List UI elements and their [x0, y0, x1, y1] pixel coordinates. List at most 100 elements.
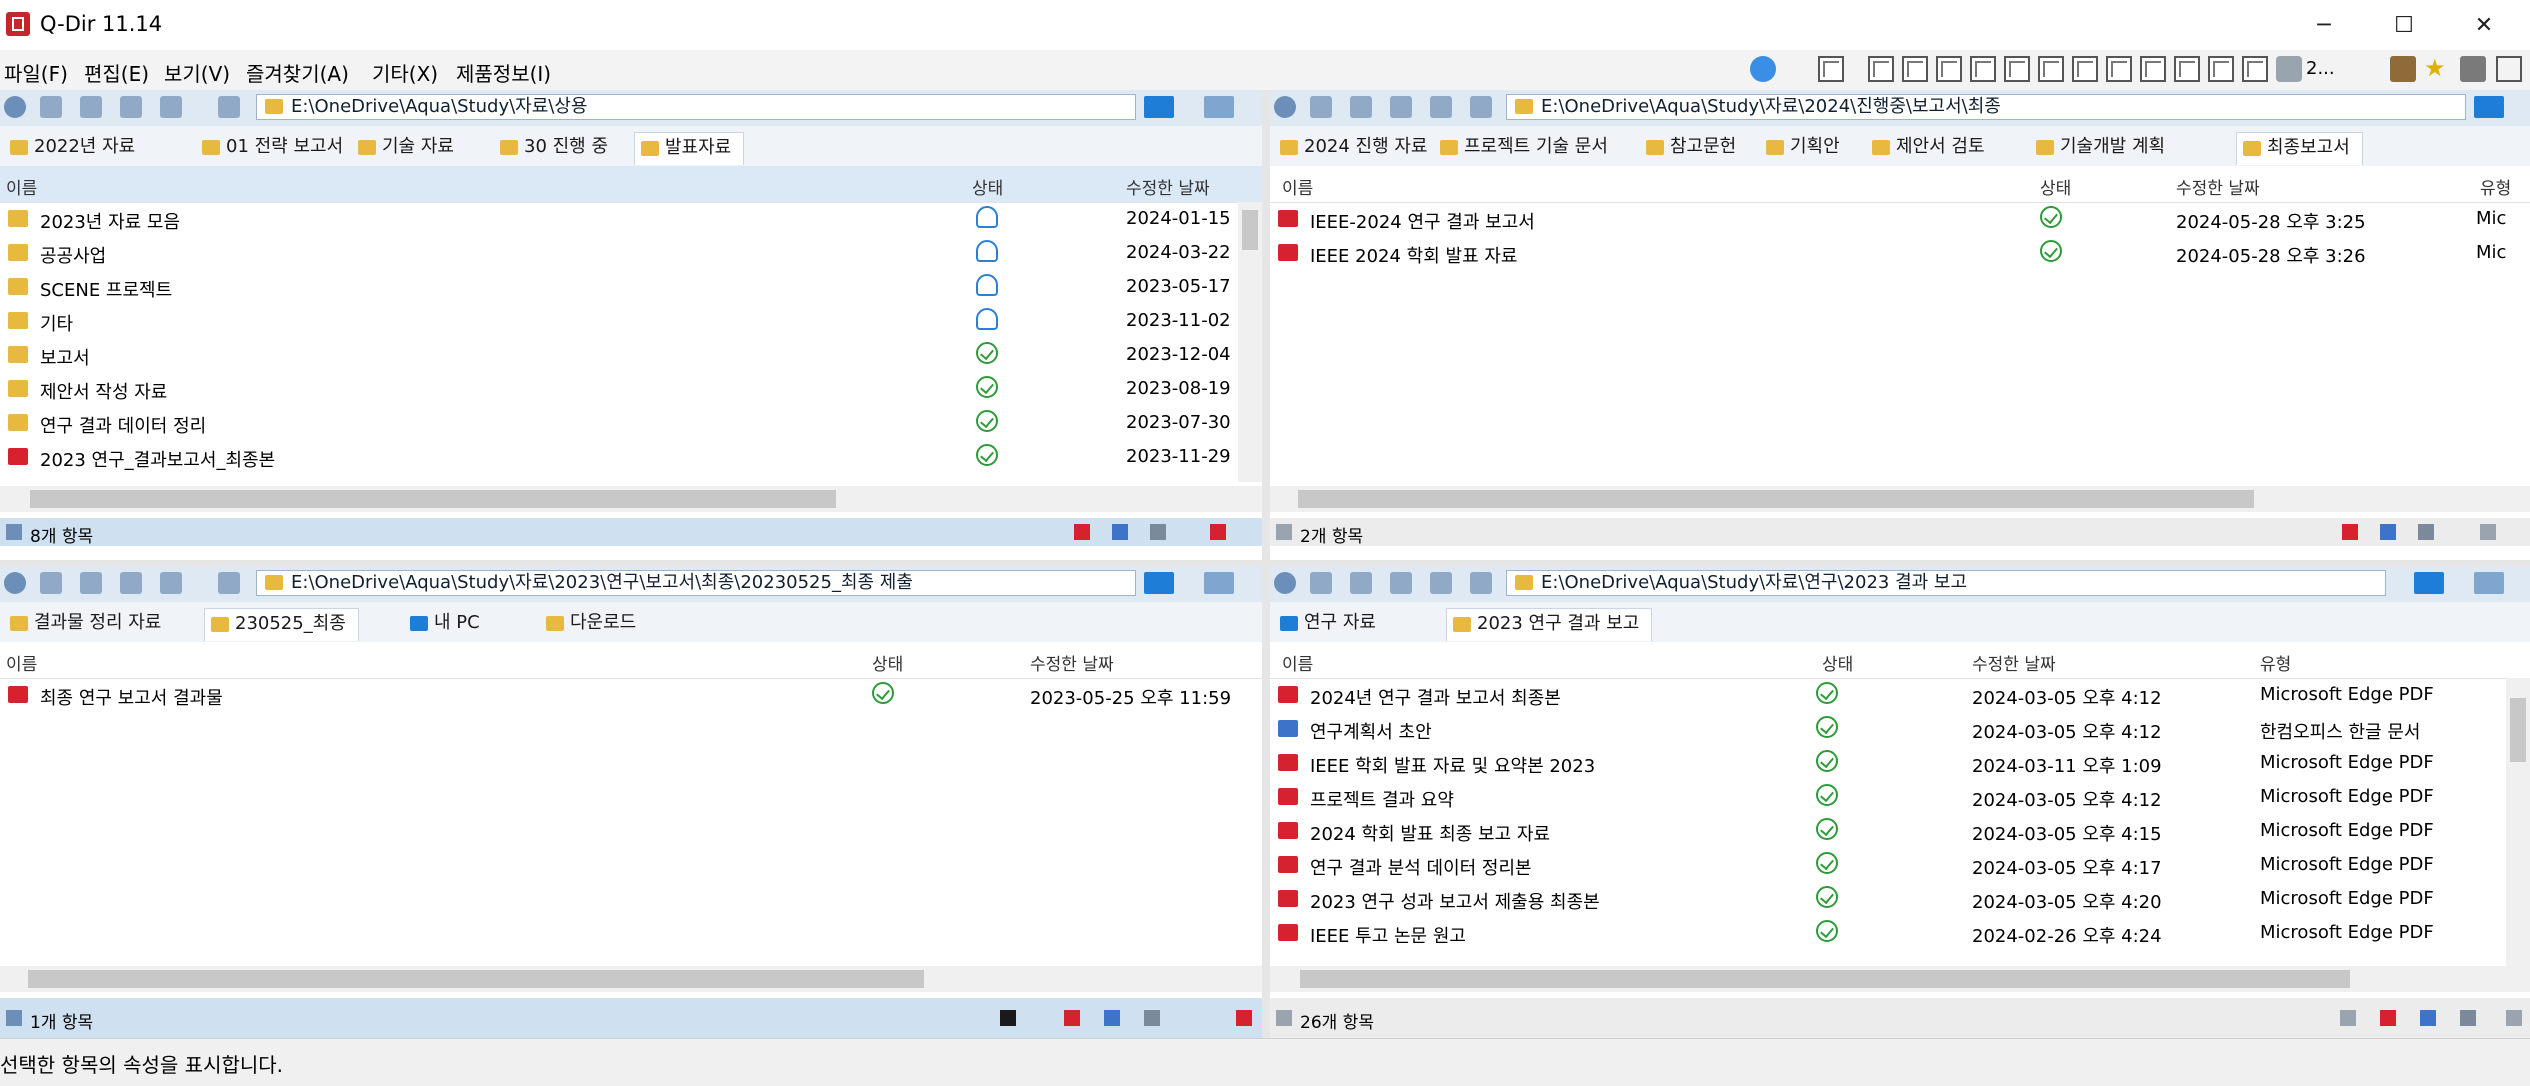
col-date[interactable]: 수정한 날짜	[1126, 174, 1210, 199]
col-date[interactable]: 수정한 날짜	[1972, 650, 2056, 675]
view-mode-icon[interactable]	[2474, 96, 2504, 118]
file-row[interactable]: 2024 학회 발표 최종 보고 자료 2024-03-05 오후 4:15 Mic…	[1270, 814, 2530, 848]
pin-icon[interactable]	[2340, 1010, 2356, 1026]
horizontal-scrollbar[interactable]	[1270, 966, 2530, 992]
file-row[interactable]: 프로젝트 결과 요약 2024-03-05 오후 4:12 Microsoft Ed…	[1270, 780, 2530, 814]
tab-1[interactable]: 2022년 자료	[4, 132, 135, 164]
col-date[interactable]: 수정한 날짜	[1030, 650, 1114, 675]
view-mode-icon[interactable]	[1144, 96, 1174, 118]
maximize-button[interactable]: ☐	[2366, 0, 2442, 50]
globe-icon[interactable]	[1750, 56, 1776, 82]
col-type[interactable]: 유형	[2260, 650, 2291, 675]
file-row[interactable]: IEEE-2024 연구 결과 보고서 2024-05-28 오후 3:25 Mic	[1270, 202, 2530, 236]
tools-icon[interactable]	[2460, 56, 2486, 82]
file-row[interactable]: 보고서 2023-12-04	[0, 338, 1262, 372]
refresh-icon[interactable]	[1470, 96, 1492, 118]
tab-6[interactable]: 기술개발 계획	[2030, 132, 2165, 164]
file-row[interactable]: 2023년 자료 모음 2024-01-15	[0, 202, 1262, 236]
menu-extra[interactable]: 기타(X)	[372, 58, 438, 87]
pane-options-icon[interactable]	[2474, 572, 2504, 594]
file-row[interactable]: 연구계획서 초안 2024-03-05 오후 4:12 한컴오피스 한글 문서	[1270, 712, 2530, 746]
layout-3c-icon[interactable]	[1936, 56, 1962, 82]
layout-2v-icon[interactable]	[1970, 56, 1996, 82]
vertical-scrollbar[interactable]	[1238, 202, 1262, 482]
file-row[interactable]: 제안서 작성 자료 2023-08-19	[0, 372, 1262, 406]
star-icon[interactable]: ★	[2424, 54, 2450, 82]
move-icon[interactable]	[1150, 524, 1166, 540]
back-icon[interactable]	[4, 96, 26, 118]
tab-2-active[interactable]: 230525_최종	[204, 608, 359, 641]
layout-4-icon[interactable]	[1818, 56, 1844, 82]
properties-icon[interactable]	[1210, 524, 1226, 540]
file-row[interactable]: SCENE 프로젝트 2023-05-17	[0, 270, 1262, 304]
tab-3[interactable]: 내 PC	[404, 608, 480, 640]
col-status[interactable]: 상태	[872, 650, 903, 675]
history-icon[interactable]	[160, 96, 182, 118]
pane-options-icon[interactable]	[1204, 572, 1234, 594]
tab-4[interactable]: 다운로드	[540, 608, 636, 640]
col-name[interactable]: 이름	[1282, 174, 1313, 199]
col-name[interactable]: 이름	[6, 174, 37, 199]
col-date[interactable]: 수정한 날짜	[2176, 174, 2260, 199]
library-icon[interactable]	[2390, 56, 2416, 82]
menu-edit[interactable]: 편집(E)	[84, 58, 149, 87]
tab-2-active[interactable]: 2023 연구 결과 보고	[1446, 608, 1653, 641]
history-icon[interactable]	[1430, 572, 1452, 594]
tab-5-active[interactable]: 발표자료	[634, 132, 745, 165]
delete-icon[interactable]	[2380, 1010, 2396, 1026]
menu-file[interactable]: 파일(F)	[4, 58, 68, 87]
col-name[interactable]: 이름	[6, 650, 37, 675]
delete-icon[interactable]	[1064, 1010, 1080, 1026]
user-icon[interactable]	[2276, 56, 2302, 82]
history-icon[interactable]	[1430, 96, 1452, 118]
file-row[interactable]: 2023 연구 성과 보고서 제출용 최종본 2024-03-05 오후 4:20…	[1270, 882, 2530, 916]
col-status[interactable]: 상태	[972, 174, 1003, 199]
view-icon[interactable]	[40, 572, 62, 594]
layout-1-icon[interactable]	[2242, 56, 2268, 82]
layout-2b-icon[interactable]	[2174, 56, 2200, 82]
back-icon[interactable]	[1274, 572, 1296, 594]
folder-up-icon[interactable]	[120, 572, 142, 594]
properties-icon[interactable]	[1236, 1010, 1252, 1026]
tab-4[interactable]: 기획안	[1760, 132, 1840, 164]
move-icon[interactable]	[2418, 524, 2434, 540]
tab-4[interactable]: 30 진행 중	[494, 132, 608, 164]
tab-1[interactable]: 2024 진행 자료	[1274, 132, 1428, 164]
file-row[interactable]: 공공사업 2024-03-22	[0, 236, 1262, 270]
menu-info[interactable]: 제품정보(I)	[456, 58, 551, 87]
col-status[interactable]: 상태	[2040, 174, 2071, 199]
copy-icon[interactable]	[1104, 1010, 1120, 1026]
col-name[interactable]: 이름	[1282, 650, 1313, 675]
file-row[interactable]: IEEE 투고 논문 원고 2024-02-26 오후 4:24 Microsoft…	[1270, 916, 2530, 950]
favorites-icon[interactable]	[80, 572, 102, 594]
layout-2h-icon[interactable]	[2004, 56, 2030, 82]
favorites-icon[interactable]	[1350, 572, 1372, 594]
file-row[interactable]: 연구 결과 데이터 정리 2023-07-30	[0, 406, 1262, 440]
tab-5[interactable]: 제안서 검토	[1866, 132, 1985, 164]
copy-icon[interactable]	[2420, 1010, 2436, 1026]
tab-2[interactable]: 01 전략 보고서	[196, 132, 343, 164]
move-icon[interactable]	[2460, 1010, 2476, 1026]
pane-options-icon[interactable]	[1204, 96, 1234, 118]
address-input[interactable]: E:\OneDrive\Aqua\Study\자료\연구\2023 결과 보고	[1506, 570, 2386, 596]
view-icon[interactable]	[1310, 96, 1332, 118]
delete-icon[interactable]	[1074, 524, 1090, 540]
move-icon[interactable]	[1144, 1010, 1160, 1026]
horizontal-scrollbar[interactable]	[0, 486, 1262, 512]
col-status[interactable]: 상태	[1822, 650, 1853, 675]
view-mode-icon[interactable]	[1144, 572, 1174, 594]
file-row[interactable]: 최종 연구 보고서 결과물 2023-05-25 오후 11:59	[0, 678, 1262, 712]
back-icon[interactable]	[4, 572, 26, 594]
pin-icon[interactable]	[1000, 1010, 1016, 1026]
layout-3d-icon[interactable]	[2038, 56, 2064, 82]
delete-icon[interactable]	[2342, 524, 2358, 540]
layout-3b-icon[interactable]	[1902, 56, 1928, 82]
history-icon[interactable]	[160, 572, 182, 594]
folder-up-icon[interactable]	[120, 96, 142, 118]
horizontal-scrollbar[interactable]	[0, 966, 1262, 992]
refresh-icon[interactable]	[218, 96, 240, 118]
tab-1[interactable]: 결과물 정리 자료	[4, 608, 161, 640]
window-icon[interactable]	[2496, 56, 2522, 82]
refresh-icon[interactable]	[218, 572, 240, 594]
address-input[interactable]: E:\OneDrive\Aqua\Study\자료\2023\연구\보고서\최종…	[256, 570, 1136, 596]
